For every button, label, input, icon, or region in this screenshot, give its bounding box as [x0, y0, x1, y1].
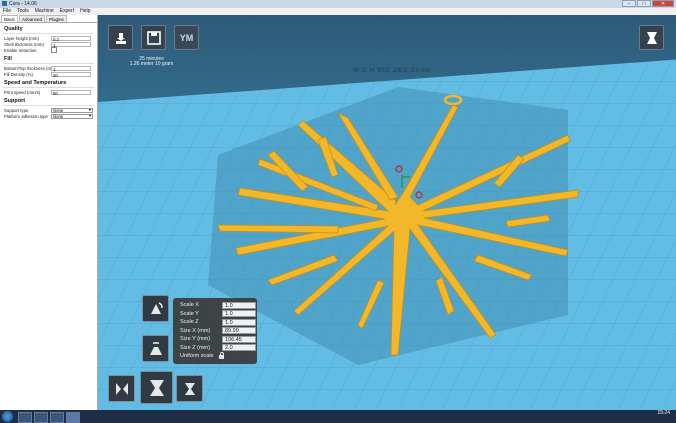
print-material: 1.26 meter 10 gram	[129, 61, 174, 67]
taskbar-browser-icon[interactable]	[34, 412, 48, 423]
support-type-select[interactable]: None	[51, 107, 93, 113]
mirror-y-button[interactable]	[140, 371, 173, 404]
taskbar: 15:24	[0, 410, 676, 423]
scale-panel: Scale X 1.0 Scale Y 1.0 Scale Z 1.0 Size X …	[173, 298, 257, 364]
adhesion-type-select[interactable]: None	[51, 113, 93, 119]
menu-help[interactable]: Help	[80, 8, 90, 15]
menu-expert[interactable]: Expert	[60, 8, 74, 15]
scale-x-label: Scale X	[180, 302, 199, 309]
bottom-top-thickness-input[interactable]: 1	[51, 65, 91, 72]
tab-plugins[interactable]: Plugins	[46, 15, 67, 22]
scale-x-input[interactable]: 1.0	[222, 301, 256, 309]
print-estimate: 25 minutes 1.26 meter 10 gram	[119, 57, 184, 67]
size-x-label: Size X (mm)	[180, 327, 211, 334]
view-mode-button[interactable]	[639, 25, 664, 50]
retraction-label: Enable retraction	[4, 47, 37, 53]
scale-y-label: Scale Y	[180, 310, 199, 317]
view-mode-icon	[646, 31, 657, 44]
cura-app-icon	[2, 1, 7, 6]
scale-z-input[interactable]: 1.0	[222, 318, 256, 326]
shell-thickness-label: Shell thickness (mm)	[4, 41, 44, 47]
scale-tool-button[interactable]	[142, 335, 169, 362]
print-speed-input[interactable]: 50	[51, 89, 91, 96]
scale-z-label: Scale Z	[180, 319, 199, 326]
mirror-y-icon	[149, 379, 164, 396]
shell-thickness-input[interactable]: 1	[51, 41, 91, 48]
maximize-button[interactable]: □	[637, 0, 651, 7]
3d-viewport[interactable]: YM 25 minutes 1.26 meter 10 gram W: D: H…	[98, 15, 676, 410]
minimize-button[interactable]: –	[622, 0, 636, 7]
size-x-input[interactable]: 89.99	[222, 327, 256, 335]
tab-advanced[interactable]: Advanced	[19, 15, 46, 22]
size-z-label: Size Z (mm)	[180, 344, 210, 351]
print-speed-label: Print speed (mm/s)	[4, 89, 41, 95]
layer-height-input[interactable]: 0.2	[51, 35, 91, 42]
settings-sidebar: Basic Advanced Plugins Quality Layer hei…	[0, 15, 98, 410]
scale-y-input[interactable]: 1.0	[222, 310, 256, 318]
load-model-button[interactable]	[108, 25, 133, 50]
clock-time: 15:24	[657, 410, 670, 416]
tab-basic[interactable]: Basic	[1, 15, 19, 22]
save-gcode-button[interactable]	[141, 25, 166, 50]
support-type-label: Support type	[4, 107, 29, 113]
youmagine-label: YM	[179, 32, 194, 43]
fill-density-label: Fill Density (%)	[4, 71, 33, 77]
scale-icon	[149, 341, 162, 355]
rotate-icon	[150, 301, 163, 314]
taskbar-cura-icon[interactable]	[66, 412, 80, 423]
layer-height-label: Layer height (mm)	[4, 35, 39, 41]
section-fill: Fill	[4, 56, 12, 62]
retraction-checkbox[interactable]	[51, 47, 57, 53]
save-icon	[146, 30, 161, 45]
lock-icon[interactable]	[218, 352, 224, 360]
adhesion-type-label: Platform adhesion type	[4, 113, 48, 119]
model-dimensions: W: D: H: 90.0, 106.5, 2.0 mm	[353, 68, 431, 74]
section-quality: Quality	[4, 26, 23, 32]
start-button[interactable]	[2, 411, 13, 422]
menu-file[interactable]: File	[3, 8, 11, 15]
section-support: Support	[4, 98, 26, 104]
taskbar-explorer-icon[interactable]	[18, 412, 32, 423]
taskbar-app-icon[interactable]	[50, 412, 64, 423]
uniform-scale-label: Uniform scale	[180, 353, 214, 360]
mirror-z-icon	[184, 382, 195, 395]
size-z-input[interactable]: 2.0	[222, 344, 256, 352]
size-y-input[interactable]: 106.45	[222, 335, 256, 343]
mirror-x-button[interactable]	[108, 375, 135, 402]
load-model-icon	[115, 32, 126, 44]
size-y-label: Size Y (mm)	[180, 336, 211, 343]
menu-machine[interactable]: Machine	[35, 8, 54, 15]
fill-density-input[interactable]: 20	[51, 71, 91, 78]
bottom-top-thickness-label: Bottom/Top thickness (mm)	[4, 65, 51, 71]
close-button[interactable]: ✕	[652, 0, 674, 7]
menu-tools[interactable]: Tools	[17, 8, 29, 15]
menu-bar: File Tools Machine Expert Help	[0, 8, 676, 15]
section-speed: Speed and Temperature	[4, 80, 67, 86]
mirror-x-icon	[115, 382, 128, 395]
window-title: Cura - 14.06	[9, 1, 37, 7]
youmagine-button[interactable]: YM	[174, 25, 199, 50]
system-clock: 15:24	[657, 410, 670, 417]
mirror-z-button[interactable]	[176, 375, 203, 402]
rotate-tool-button[interactable]	[142, 295, 169, 322]
